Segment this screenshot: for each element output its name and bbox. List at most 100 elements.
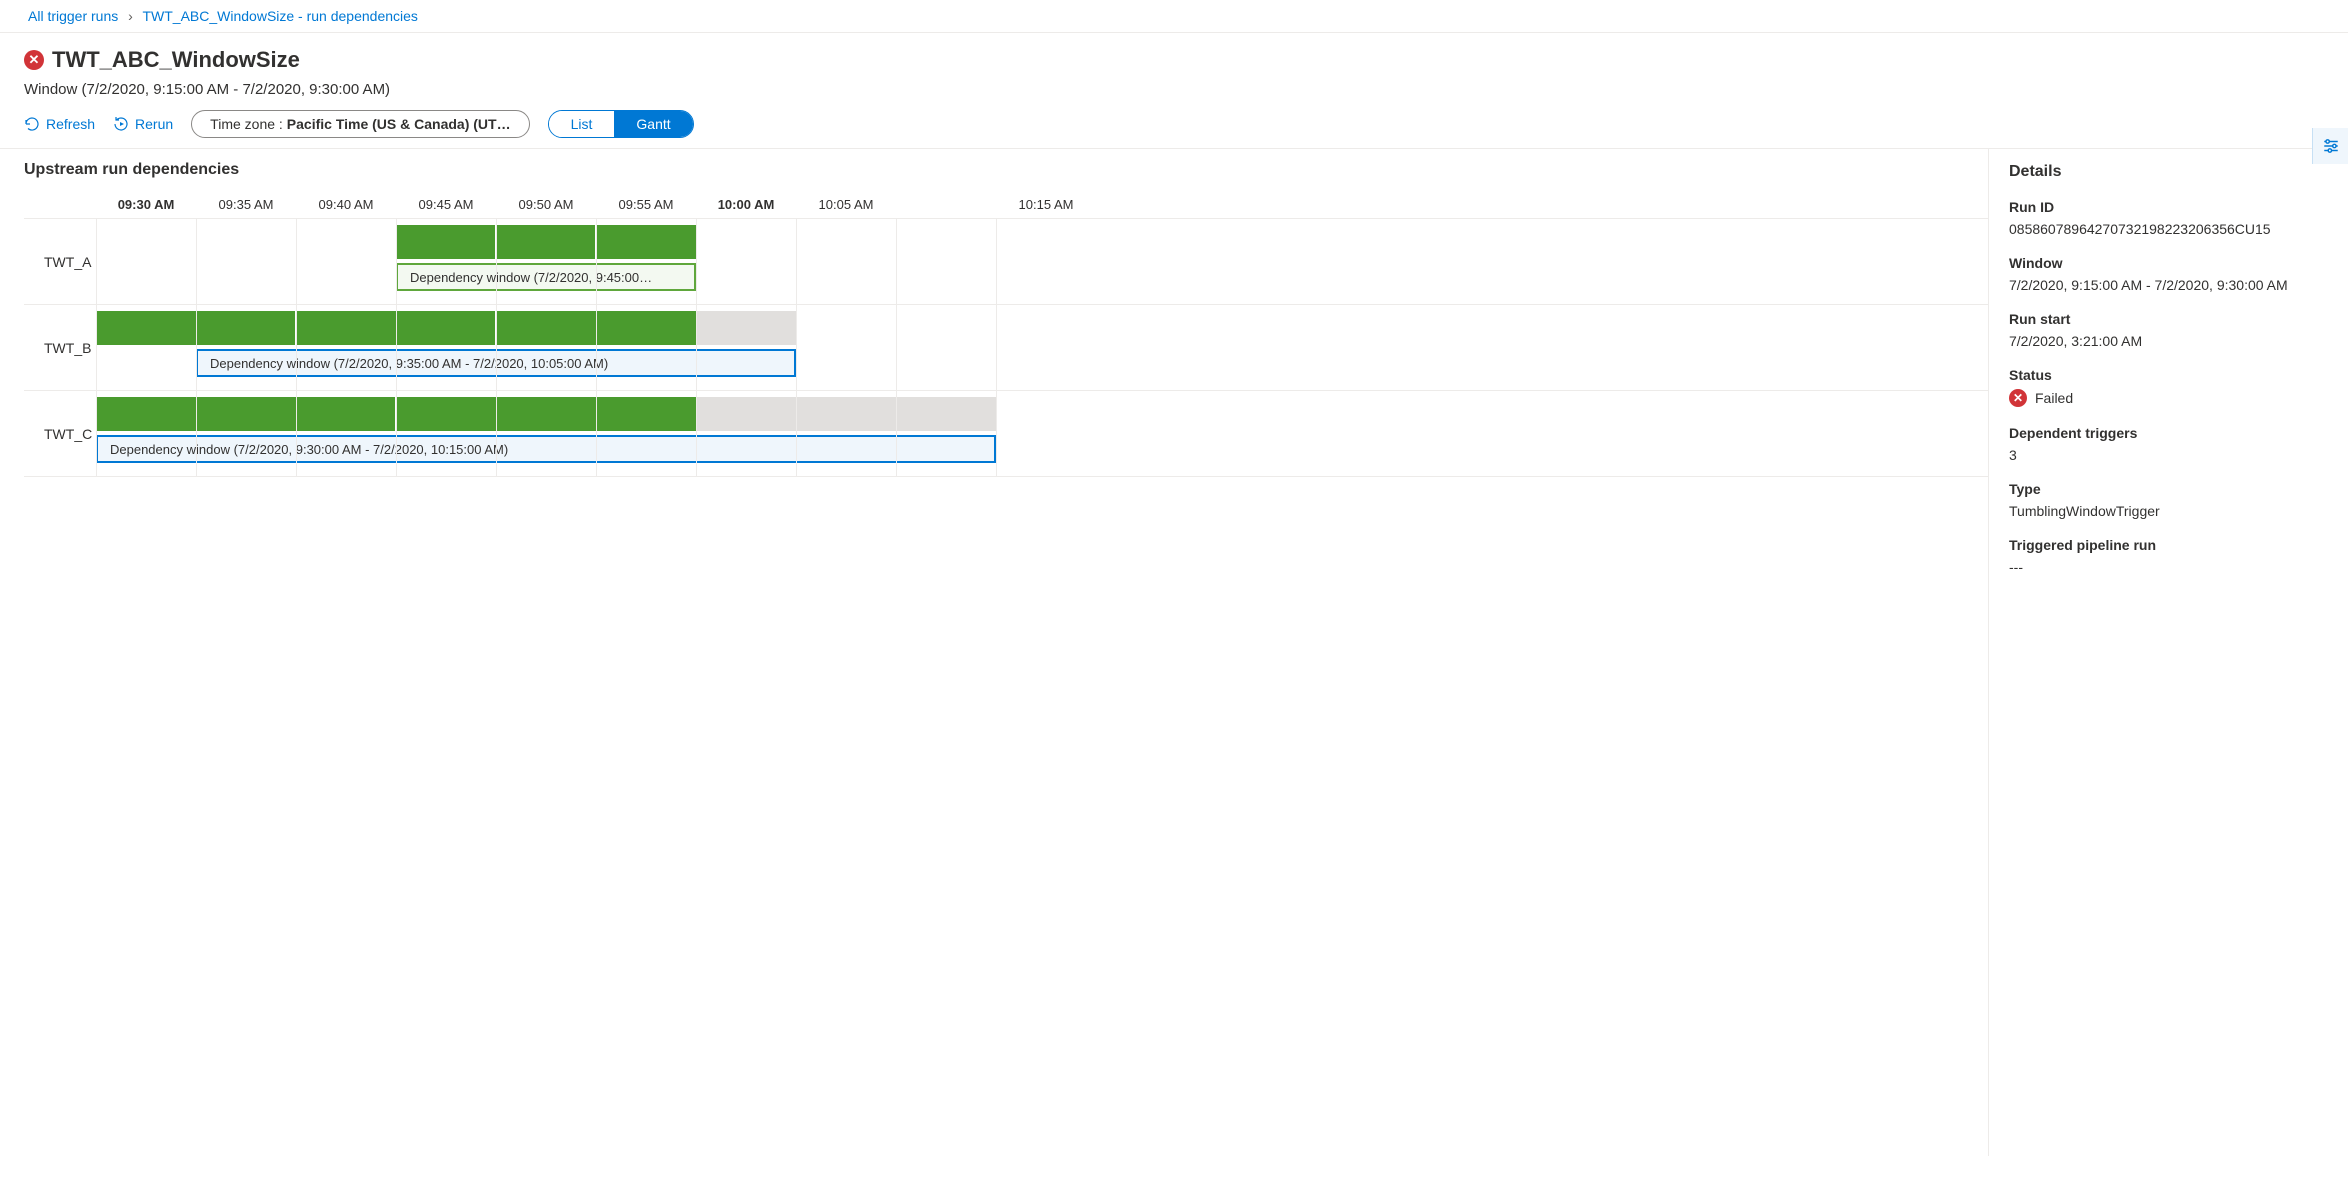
view-gantt-button[interactable]: Gantt (614, 111, 692, 137)
grid-line (996, 391, 997, 476)
grid-line (996, 305, 997, 390)
grid-line (696, 305, 697, 390)
sliders-icon (2322, 137, 2340, 155)
title-row: ✕ TWT_ABC_WindowSize (24, 47, 2324, 73)
refresh-button[interactable]: Refresh (24, 116, 95, 132)
error-icon: ✕ (24, 50, 44, 70)
details-title: Details (2009, 163, 2328, 181)
grid-line (196, 391, 197, 476)
row-body-c: Dependency window (7/2/2020, 9:30:00 AM … (96, 391, 1988, 476)
page-title: TWT_ABC_WindowSize (52, 47, 300, 73)
view-list-button[interactable]: List (549, 111, 615, 137)
grid-line (396, 305, 397, 390)
run-bar[interactable] (496, 225, 596, 259)
label-type: Type (2009, 481, 2328, 497)
content: Upstream run dependencies 09:30 AM09:35 … (0, 149, 2348, 1156)
grid-line (596, 305, 597, 390)
value-window: 7/2/2020, 9:15:00 AM - 7/2/2020, 9:30:00… (2009, 277, 2328, 293)
value-triggered-pipeline: --- (2009, 559, 2328, 575)
gantt-area: Upstream run dependencies 09:30 AM09:35 … (0, 149, 1988, 1156)
run-bar[interactable] (396, 397, 696, 431)
grid-line (396, 391, 397, 476)
view-toggle: List Gantt (548, 110, 694, 138)
gantt-row-a: TWT_A Dependency window (7/2/2020, 9:45:… (24, 219, 1988, 305)
rerun-label: Rerun (135, 116, 173, 132)
row-label-a: TWT_A (24, 219, 96, 304)
time-column: 10:15 AM (996, 197, 1096, 212)
value-run-start: 7/2/2020, 3:21:00 AM (2009, 333, 2328, 349)
label-dependent-triggers: Dependent triggers (2009, 425, 2328, 441)
value-dependent-triggers: 3 (2009, 447, 2328, 463)
run-bar[interactable] (596, 225, 696, 259)
value-status: Failed (2035, 390, 2073, 406)
details-panel: Details Run ID 0858607896427073219822320… (1988, 149, 2348, 1156)
value-run-id: 08586078964270732198223206356CU15 (2009, 221, 2328, 237)
time-column: 09:50 AM (496, 197, 596, 212)
row-body-b: Dependency window (7/2/2020, 9:35:00 AM … (96, 305, 1988, 390)
run-bar-pending[interactable] (696, 397, 996, 431)
toolbar: Refresh Rerun Time zone : Pacific Time (… (24, 110, 2324, 138)
grid-line (296, 305, 297, 390)
grid-line (496, 219, 497, 304)
time-column: 09:35 AM (196, 197, 296, 212)
breadcrumb-separator: › (128, 8, 133, 24)
rerun-button[interactable]: Rerun (113, 116, 173, 132)
timezone-value: Pacific Time (US & Canada) (UT… (287, 116, 511, 132)
error-icon: ✕ (2009, 389, 2027, 407)
upstream-title: Upstream run dependencies (24, 161, 1988, 179)
grid-line (196, 305, 197, 390)
grid-line (496, 305, 497, 390)
value-type: TumblingWindowTrigger (2009, 503, 2328, 519)
gantt-row-c: TWT_C Dependency window (7/2/2020, 9:30:… (24, 391, 1988, 477)
grid-line (96, 219, 97, 304)
run-bar-pending[interactable] (696, 311, 796, 345)
window-text: Window (7/2/2020, 9:15:00 AM - 7/2/2020,… (24, 81, 2324, 98)
label-status: Status (2009, 367, 2328, 383)
breadcrumb-root[interactable]: All trigger runs (28, 8, 118, 24)
refresh-label: Refresh (46, 116, 95, 132)
grid-line (796, 219, 797, 304)
time-column: 09:30 AM (96, 197, 196, 212)
breadcrumb-current[interactable]: TWT_ABC_WindowSize - run dependencies (142, 8, 417, 24)
grid-line (196, 219, 197, 304)
dependency-window-c[interactable]: Dependency window (7/2/2020, 9:30:00 AM … (96, 435, 996, 463)
time-column (896, 197, 996, 212)
grid-line (896, 391, 897, 476)
time-column: 09:55 AM (596, 197, 696, 212)
time-column: 10:05 AM (796, 197, 896, 212)
label-window: Window (2009, 255, 2328, 271)
grid-line (896, 219, 897, 304)
row-label-c: TWT_C (24, 391, 96, 476)
breadcrumb: All trigger runs › TWT_ABC_WindowSize - … (0, 0, 2348, 33)
settings-button[interactable] (2312, 128, 2348, 164)
dependency-window-a[interactable]: Dependency window (7/2/2020, 9:45:00… (396, 263, 696, 291)
time-column: 09:40 AM (296, 197, 396, 212)
timezone-selector[interactable]: Time zone : Pacific Time (US & Canada) (… (191, 110, 529, 138)
grid-line (996, 219, 997, 304)
grid-line (696, 391, 697, 476)
row-body-a: Dependency window (7/2/2020, 9:45:00… (96, 219, 1988, 304)
grid-line (96, 391, 97, 476)
gantt-row-b: TWT_B Dependency window (7/2/2020, 9:35:… (24, 305, 1988, 391)
row-label-b: TWT_B (24, 305, 96, 390)
timezone-label: Time zone : (210, 116, 283, 132)
grid-line (796, 305, 797, 390)
grid-line (596, 219, 597, 304)
run-bar[interactable] (96, 397, 396, 431)
label-triggered-pipeline: Triggered pipeline run (2009, 537, 2328, 553)
value-status-row: ✕ Failed (2009, 389, 2328, 407)
grid-line (496, 391, 497, 476)
grid-line (696, 219, 697, 304)
gantt-rows: TWT_A Dependency window (7/2/2020, 9:45:… (24, 218, 1988, 477)
grid-line (296, 391, 297, 476)
time-column: 09:45 AM (396, 197, 496, 212)
label-run-start: Run start (2009, 311, 2328, 327)
header: ✕ TWT_ABC_WindowSize Window (7/2/2020, 9… (0, 33, 2348, 149)
timeline-header: 09:30 AM09:35 AM09:40 AM09:45 AM09:50 AM… (96, 197, 1988, 212)
grid-line (396, 219, 397, 304)
grid-line (296, 219, 297, 304)
grid-line (896, 305, 897, 390)
label-run-id: Run ID (2009, 199, 2328, 215)
grid-line (796, 391, 797, 476)
run-bar[interactable] (396, 225, 496, 259)
